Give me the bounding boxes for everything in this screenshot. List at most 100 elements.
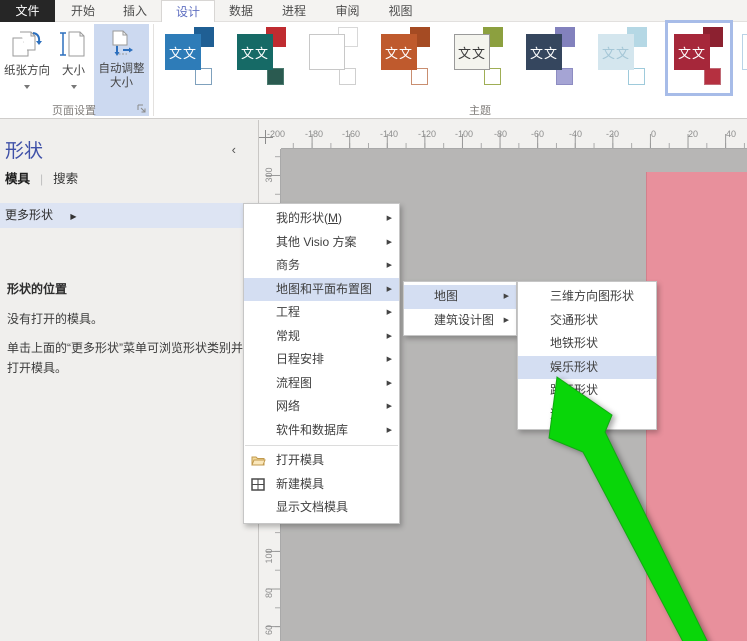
theme-thumbnail-orange[interactable]: 文文 [379, 27, 433, 89]
submenu-arrow-icon: ▶ [386, 262, 392, 269]
theme-outline-square [628, 68, 645, 85]
new-stencil-icon [251, 477, 265, 491]
more-shapes-label: 更多形状 [5, 208, 54, 222]
open-stencil-icon [251, 456, 266, 466]
theme-sample [742, 34, 747, 70]
menu-item-flowchart[interactable]: 流程图 ▶ [244, 372, 399, 396]
menu-item-3d-directional-map-shapes[interactable]: 三维方向图形状 [518, 285, 656, 309]
theme-outline-square [556, 68, 573, 85]
shapes-panel-title: 形状 [5, 141, 44, 162]
tab-review[interactable]: 审阅 [321, 0, 374, 22]
tab-file[interactable]: 文件 [0, 0, 55, 22]
visio-window: 文件 开始 插入 设计 数据 进程 审阅 视图 纸张方向 大小 自动调整 大小 … [0, 0, 747, 641]
menu-item-engineering[interactable]: 工程 ▶ [244, 301, 399, 325]
ruler-label: -100 [455, 129, 474, 139]
tab-design[interactable]: 设计 [161, 0, 215, 22]
shapes-panel: 形状 ‹ 模具 | 搜索 更多形状 ▶ 形状的位置 没有打开的模具。 单击上面的“更… [0, 120, 259, 641]
submenu-arrow-icon: ▶ [386, 379, 392, 387]
theme-sample: 文文 [165, 34, 201, 70]
ribbon-tab-bar: 文件 开始 插入 设计 数据 进程 审阅 视图 [0, 0, 747, 22]
ruler-label: 100 [264, 548, 274, 564]
ruler-label: 80 [264, 588, 274, 599]
tab-view[interactable]: 视图 [374, 0, 427, 22]
more-shapes-menu: 我的形状(M) ▶ 其他 Visio 方案 ▶ 商务 ▶ 地图和平面布置图 ▶ … [243, 203, 400, 524]
submenu-arrow-icon: ▶ [503, 293, 509, 300]
group-separator [153, 24, 154, 116]
menu-item-other-visio-schemes[interactable]: 其他 Visio 方案 ▶ [244, 231, 399, 255]
ruler-label: -20 [606, 129, 620, 139]
ruler-label: -60 [531, 129, 545, 139]
paper-orientation-icon [12, 31, 42, 57]
menu-separator [245, 445, 398, 446]
size-label: 大小 [62, 65, 85, 77]
theme-thumbnail-navy[interactable]: 文文 [524, 27, 578, 89]
menu-item-schedule[interactable]: 日程安排 ▶ [244, 348, 399, 372]
theme-thumbnail-crimson-selected[interactable]: 文文 [665, 20, 733, 96]
ruler-label: 300 [264, 167, 274, 183]
theme-sample: 文文 [454, 34, 490, 70]
tab-divider: | [40, 172, 44, 186]
tab-insert[interactable]: 插入 [109, 0, 161, 22]
menu-item-business[interactable]: 商务 ▶ [244, 254, 399, 278]
pink-page-shape[interactable] [646, 172, 747, 641]
theme-thumbnail-blue[interactable]: 文文 [163, 27, 217, 89]
shape-location-header: 形状的位置 [7, 282, 68, 296]
autosize-label-line1: 自动调整 [98, 63, 145, 75]
menu-item-maps-floorplans[interactable]: 地图和平面布置图 ▶ [244, 277, 399, 301]
ruler-label: -200 [267, 129, 286, 139]
ruler-label: 0 [651, 129, 657, 139]
size-icon [59, 31, 84, 57]
theme-sample: 文文 [526, 34, 562, 70]
menu-item-network[interactable]: 网络 ▶ [244, 395, 399, 419]
menu-item-building-plan[interactable]: 建筑设计图 ▶ [404, 309, 516, 333]
page-setup-dialog-launcher[interactable] [137, 104, 148, 115]
panel-tab-stencils[interactable]: 模具 [5, 172, 30, 186]
map-stencils-submenu: 三维方向图形状 交通形状 地铁形状 娱乐形状 路标形状 道路形状 [517, 281, 657, 430]
panel-tab-search[interactable]: 搜索 [53, 172, 78, 186]
submenu-arrow-icon: ▶ [386, 285, 392, 293]
menu-item-open-stencil[interactable]: 打开模具 [244, 449, 399, 473]
theme-thumbnail-partial[interactable] [740, 27, 747, 89]
theme-thumbnail-teal-red[interactable]: 文文 [235, 27, 289, 89]
theme-thumbnail-pale-blue[interactable]: 文文 [596, 27, 650, 89]
theme-thumbnail-olive[interactable]: 文文 [452, 27, 506, 89]
menu-item-road-shapes[interactable]: 道路形状 [518, 403, 656, 427]
themes-group-label: 主题 [469, 105, 491, 117]
menu-item-software-database[interactable]: 软件和数据库 ▶ [244, 419, 399, 443]
menu-item-transportation-shapes[interactable]: 交通形状 [518, 309, 656, 333]
paper-orientation-label: 纸张方向 [4, 65, 50, 77]
tab-data[interactable]: 数据 [215, 0, 267, 22]
ruler-label: -140 [380, 129, 399, 139]
menu-item-landmark-shapes[interactable]: 路标形状 [518, 379, 656, 403]
menu-item-metro-shapes[interactable]: 地铁形状 [518, 332, 656, 356]
menu-item-new-stencil[interactable]: 新建模具 [244, 473, 399, 497]
autosize-icon [112, 30, 133, 56]
theme-thumbnail-plain[interactable] [307, 27, 361, 89]
dropdown-arrow-icon [70, 85, 77, 89]
more-shapes-menu-button[interactable]: 更多形状 ▶ [0, 203, 259, 228]
collapse-panel-icon[interactable]: ‹ [232, 142, 236, 157]
menu-item-my-shapes[interactable]: 我的形状(M) ▶ [244, 207, 399, 231]
submenu-arrow-icon: ▶ [386, 356, 392, 363]
submenu-arrow-icon: ▶ [386, 426, 392, 434]
ribbon: 纸张方向 大小 自动调整 大小 页面设置 文文 文文 文文 文文 文文 文文 文… [0, 20, 747, 119]
tab-home[interactable]: 开始 [57, 0, 109, 22]
dropdown-arrow-icon [24, 85, 30, 89]
ruler-label: 60 [264, 625, 274, 636]
theme-sample: 文文 [237, 34, 273, 70]
submenu-arrow-icon: ▶ [386, 403, 392, 410]
menu-item-recreation-shapes[interactable]: 娱乐形状 [518, 355, 656, 379]
theme-sample: 文文 [381, 34, 417, 70]
submenu-arrow-icon: ▶ [386, 309, 392, 316]
panel-hint-text: 单击上面的“更多形状”菜单可浏览形状类别并打开模具。 [7, 341, 243, 375]
menu-item-show-document-stencil[interactable]: 显示文档模具 [244, 496, 399, 520]
menu-item-map[interactable]: 地图 ▶ [404, 285, 516, 309]
menu-item-general[interactable]: 常规 ▶ [244, 325, 399, 349]
theme-outline-square [195, 68, 212, 85]
submenu-arrow-icon: ▶ [386, 332, 392, 340]
ruler-label: -80 [494, 129, 508, 139]
submenu-arrow-icon: ▶ [386, 238, 392, 246]
tab-process[interactable]: 进程 [267, 0, 321, 22]
horizontal-ruler: -200 -180 -160 -140 -120 -100 -80 -60 -4… [267, 120, 747, 149]
ruler-label: -40 [569, 129, 583, 139]
